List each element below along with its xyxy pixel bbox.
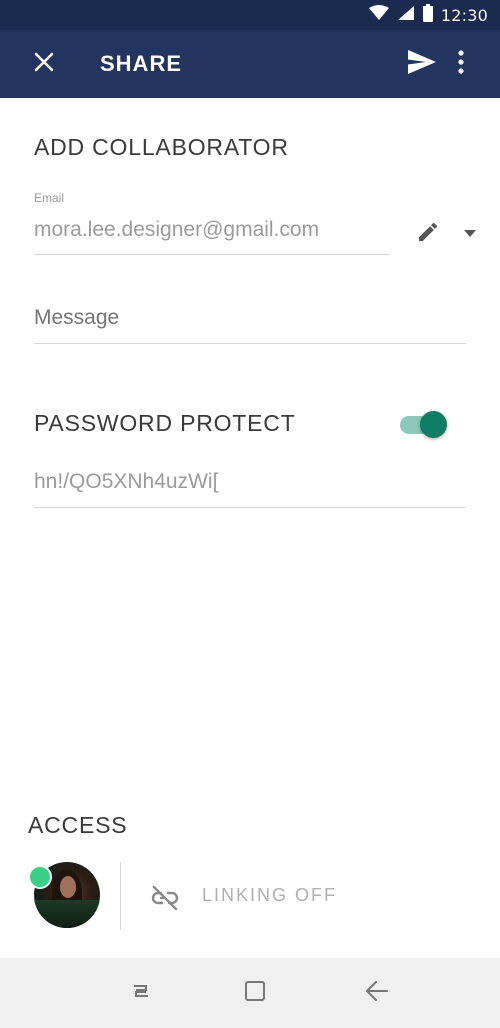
more-options-button[interactable] xyxy=(446,47,476,81)
message-underline xyxy=(34,343,466,344)
recents-button[interactable] xyxy=(126,978,156,1008)
edit-button[interactable] xyxy=(412,218,444,250)
home-icon xyxy=(244,980,266,1007)
status-bar: 12:30 xyxy=(0,0,500,30)
close-icon xyxy=(34,52,54,77)
linking-off-label[interactable]: LINKING OFF xyxy=(202,885,337,906)
more-vert-icon xyxy=(457,49,465,79)
back-button[interactable] xyxy=(362,978,392,1008)
system-nav-bar xyxy=(0,958,500,1028)
status-time: 12:30 xyxy=(440,5,488,25)
back-icon xyxy=(365,980,389,1007)
app-bar: SHARE xyxy=(0,30,500,98)
status-icons: 12:30 xyxy=(368,0,488,30)
page-title: SHARE xyxy=(100,51,183,76)
send-icon xyxy=(407,49,437,80)
close-button[interactable] xyxy=(28,48,60,80)
send-button[interactable] xyxy=(402,47,442,81)
toggle-thumb xyxy=(420,411,447,438)
caret-down-icon xyxy=(464,225,476,243)
add-collaborator-heading: ADD COLLABORATOR xyxy=(34,134,289,160)
password-protect-toggle[interactable] xyxy=(398,408,452,440)
recents-icon xyxy=(130,980,152,1007)
email-label: Email xyxy=(34,191,65,205)
online-status-dot xyxy=(28,865,52,889)
battery-icon xyxy=(422,3,433,27)
password-protect-heading: PASSWORD PROTECT xyxy=(34,410,296,436)
email-field[interactable] xyxy=(34,214,384,246)
message-field[interactable] xyxy=(34,302,464,334)
access-divider xyxy=(120,862,121,930)
email-underline xyxy=(34,254,390,255)
password-field[interactable] xyxy=(34,466,464,498)
signal-icon xyxy=(397,5,415,26)
link-off-icon[interactable] xyxy=(150,883,180,913)
permission-dropdown-button[interactable] xyxy=(458,222,482,246)
wifi-icon xyxy=(368,4,389,26)
pencil-icon xyxy=(416,220,440,249)
home-button[interactable] xyxy=(240,978,270,1008)
password-underline xyxy=(34,507,466,508)
access-heading: ACCESS xyxy=(28,812,128,838)
